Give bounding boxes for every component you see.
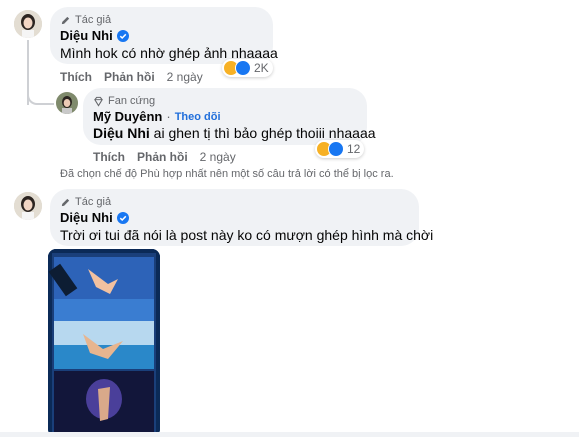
filter-notice: Đã chọn chế độ Phù hợp nhất nên một số c… <box>60 168 394 180</box>
reply-actions: Thích Phản hồi 2 ngày <box>93 150 236 164</box>
reaction-summary[interactable]: 12 <box>315 140 365 158</box>
badge-label: Tác giả <box>75 196 112 208</box>
like-emoji-icon <box>328 141 344 157</box>
reply-button[interactable]: Phản hồi <box>137 150 188 164</box>
comment-text: Trời ơi tui đã nói là post này ko có mượ… <box>60 227 434 243</box>
fan-badge: Fan cứng <box>93 95 155 108</box>
reply-bubble: Fan cứng Mỹ Duyênn · Theo dõi Diệu Nhi a… <box>83 88 376 145</box>
diamond-icon <box>94 96 103 107</box>
author-badge: Tác giả <box>60 196 111 209</box>
bottom-composer-edge <box>0 432 579 437</box>
reaction-summary[interactable]: 2K <box>222 59 273 77</box>
pencil-icon <box>61 198 70 207</box>
avatar[interactable] <box>14 10 42 38</box>
separator-dot: · <box>166 109 171 124</box>
timestamp[interactable]: 2 ngày <box>200 150 236 164</box>
comment-bubble: Tác giả Diệu Nhi Trời ơi tui đã nói là p… <box>50 189 433 246</box>
photo-content <box>48 249 160 437</box>
avatar[interactable] <box>14 192 42 220</box>
verified-badge-icon <box>116 212 129 224</box>
timestamp[interactable]: 2 ngày <box>167 70 203 84</box>
commenter-name: Mỹ Duyênn · Theo dõi <box>93 109 221 125</box>
commenter-name-text[interactable]: Diệu Nhi <box>60 28 113 44</box>
reaction-count: 12 <box>347 142 361 156</box>
reply-button[interactable]: Phản hồi <box>104 70 155 84</box>
attached-photo[interactable] <box>48 249 160 437</box>
badge-label: Tác giả <box>75 14 112 26</box>
commenter-name[interactable]: Diệu Nhi <box>60 210 129 226</box>
like-button[interactable]: Thích <box>93 150 125 164</box>
mention-link[interactable]: Diệu Nhi <box>93 125 150 141</box>
follow-button[interactable]: Theo dõi <box>175 109 221 125</box>
author-badge: Tác giả <box>60 14 111 27</box>
commenter-name-text[interactable]: Diệu Nhi <box>60 210 113 226</box>
comment-actions: Thích Phản hồi 2 ngày <box>60 70 203 84</box>
comment-bubble: Tác giả Diệu Nhi Mình hok có nhờ ghép ản… <box>50 7 278 64</box>
commenter-name[interactable]: Diệu Nhi <box>60 28 129 44</box>
commenter-name-text[interactable]: Mỹ Duyênn <box>93 109 162 125</box>
reaction-count: 2K <box>254 61 269 75</box>
badge-label: Fan cứng <box>108 95 156 107</box>
like-button[interactable]: Thích <box>60 70 92 84</box>
reply-text-body: ai ghen tị thì bảo ghép thoiii nhaaaa <box>149 125 376 141</box>
like-emoji-icon <box>235 60 251 76</box>
reply-connector <box>27 88 54 105</box>
pencil-icon <box>61 16 70 25</box>
verified-badge-icon <box>116 30 129 42</box>
avatar[interactable] <box>56 92 78 114</box>
